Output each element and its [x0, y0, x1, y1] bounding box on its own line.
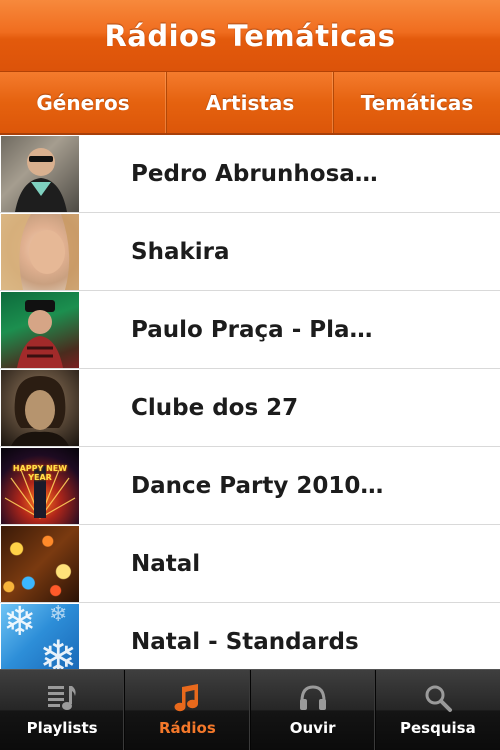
- list-item-label: Natal - Standards: [131, 628, 359, 655]
- headphones-icon: [296, 681, 330, 715]
- natal-thumbnail: [1, 525, 79, 602]
- list-item[interactable]: Clube dos 27: [0, 369, 500, 447]
- list-item[interactable]: ❄ ❄ ❄ Natal - Standards: [0, 603, 500, 669]
- snowflake-icon: ❄: [3, 603, 37, 645]
- segment-generos[interactable]: Géneros: [0, 72, 167, 133]
- list-item-label: Paulo Praça - Pla…: [131, 316, 373, 343]
- shakira-thumbnail: [1, 213, 79, 290]
- natal-standards-thumbnail: ❄ ❄ ❄: [1, 603, 79, 670]
- tab-ouvir[interactable]: Ouvir: [251, 670, 376, 750]
- segment-artistas[interactable]: Artistas: [167, 72, 334, 133]
- list-item[interactable]: Shakira: [0, 213, 500, 291]
- tab-label: Playlists: [26, 719, 98, 737]
- list-item-label: Natal: [131, 550, 201, 577]
- tab-playlists[interactable]: Playlists: [0, 670, 126, 750]
- happy-new-year-text: HAPPY NEW YEAR: [12, 463, 68, 482]
- pedro-abrunhosa-thumbnail: [1, 135, 79, 212]
- navigation-bar: Rádios Temáticas: [0, 0, 500, 72]
- music-note-icon: [170, 681, 204, 715]
- playlist-icon: [45, 681, 79, 715]
- segmented-control: Géneros Artistas Temáticas: [0, 72, 500, 135]
- clube-dos-27-thumbnail: [1, 369, 79, 446]
- radio-list: Pedro Abrunhosa… Shakira Paulo Praça - P…: [0, 135, 500, 669]
- tab-bar: Playlists Rádios Ouvir Pesquisa: [0, 669, 500, 750]
- list-item-label: Dance Party 2010…: [131, 472, 384, 499]
- list-item-label: Clube dos 27: [131, 394, 299, 421]
- tab-label: Rádios: [158, 719, 216, 737]
- list-item[interactable]: HAPPY NEW YEAR Dance Party 2010…: [0, 447, 500, 525]
- tab-label: Pesquisa: [400, 719, 476, 737]
- search-icon: [421, 681, 455, 715]
- list-item-label: Pedro Abrunhosa…: [131, 160, 378, 187]
- page-title: Rádios Temáticas: [104, 18, 396, 53]
- list-item-label: Shakira: [131, 238, 230, 265]
- tab-label: Ouvir: [289, 719, 336, 737]
- dance-party-thumbnail: HAPPY NEW YEAR: [1, 447, 79, 524]
- list-item[interactable]: Natal: [0, 525, 500, 603]
- tab-radios[interactable]: Rádios: [125, 670, 251, 750]
- snowflake-icon: ❄: [39, 629, 78, 670]
- snowflake-icon: ❄: [49, 603, 68, 627]
- list-item[interactable]: Pedro Abrunhosa…: [0, 135, 500, 213]
- paulo-praca-thumbnail: [1, 291, 79, 368]
- list-item[interactable]: Paulo Praça - Pla…: [0, 291, 500, 369]
- tab-pesquisa[interactable]: Pesquisa: [376, 670, 500, 750]
- segment-tematicas[interactable]: Temáticas: [334, 72, 500, 133]
